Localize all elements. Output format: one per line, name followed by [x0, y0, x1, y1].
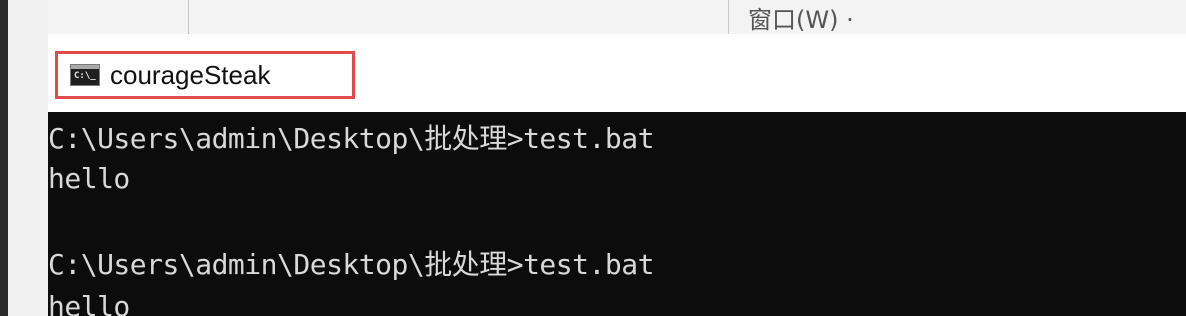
terminal-line: hello — [48, 162, 130, 195]
terminal-output[interactable]: C:\Users\admin\Desktop\批处理>test.bat hell… — [48, 112, 1186, 316]
terminal-line: hello — [48, 290, 130, 316]
cmd-icon-titlebar — [71, 65, 99, 69]
window-menu-item[interactable]: 窗口(W) · — [748, 8, 854, 32]
screenshot: 窗口(W) · C:\_ courageSteak C:\Users\admin… — [0, 0, 1186, 316]
cmd-icon[interactable]: C:\_ — [70, 64, 100, 86]
terminal-line: C:\Users\admin\Desktop\批处理>test.bat — [48, 248, 654, 281]
console-title: courageSteak — [110, 60, 271, 90]
toolbar-divider — [188, 0, 189, 34]
cmd-console-window[interactable]: C:\_ courageSteak C:\Users\admin\Desktop… — [48, 34, 1186, 316]
background-window-edge — [8, 0, 48, 316]
terminal-line: C:\Users\admin\Desktop\批处理>test.bat — [48, 122, 654, 155]
cmd-icon-glyph: C:\_ — [74, 71, 96, 81]
console-titlebar[interactable]: C:\_ courageSteak — [48, 34, 1186, 112]
toolbar-divider — [728, 0, 729, 34]
background-editor-window: 窗口(W) · — [48, 0, 1186, 35]
desktop-edge — [0, 0, 8, 316]
